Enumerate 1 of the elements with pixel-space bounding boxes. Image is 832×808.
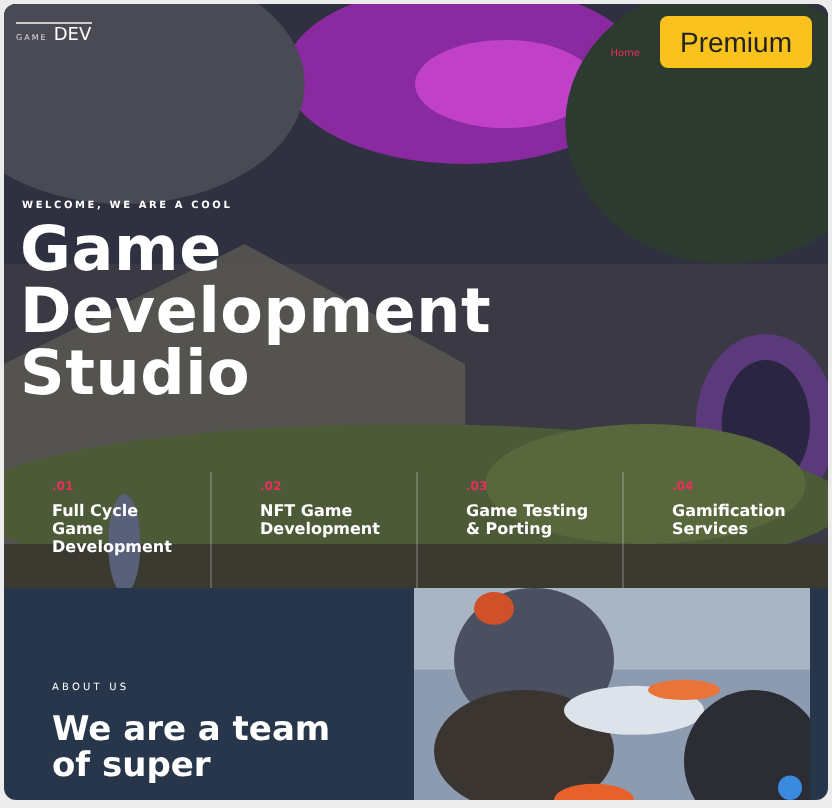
about-title: We are a team of super [52,712,333,784]
